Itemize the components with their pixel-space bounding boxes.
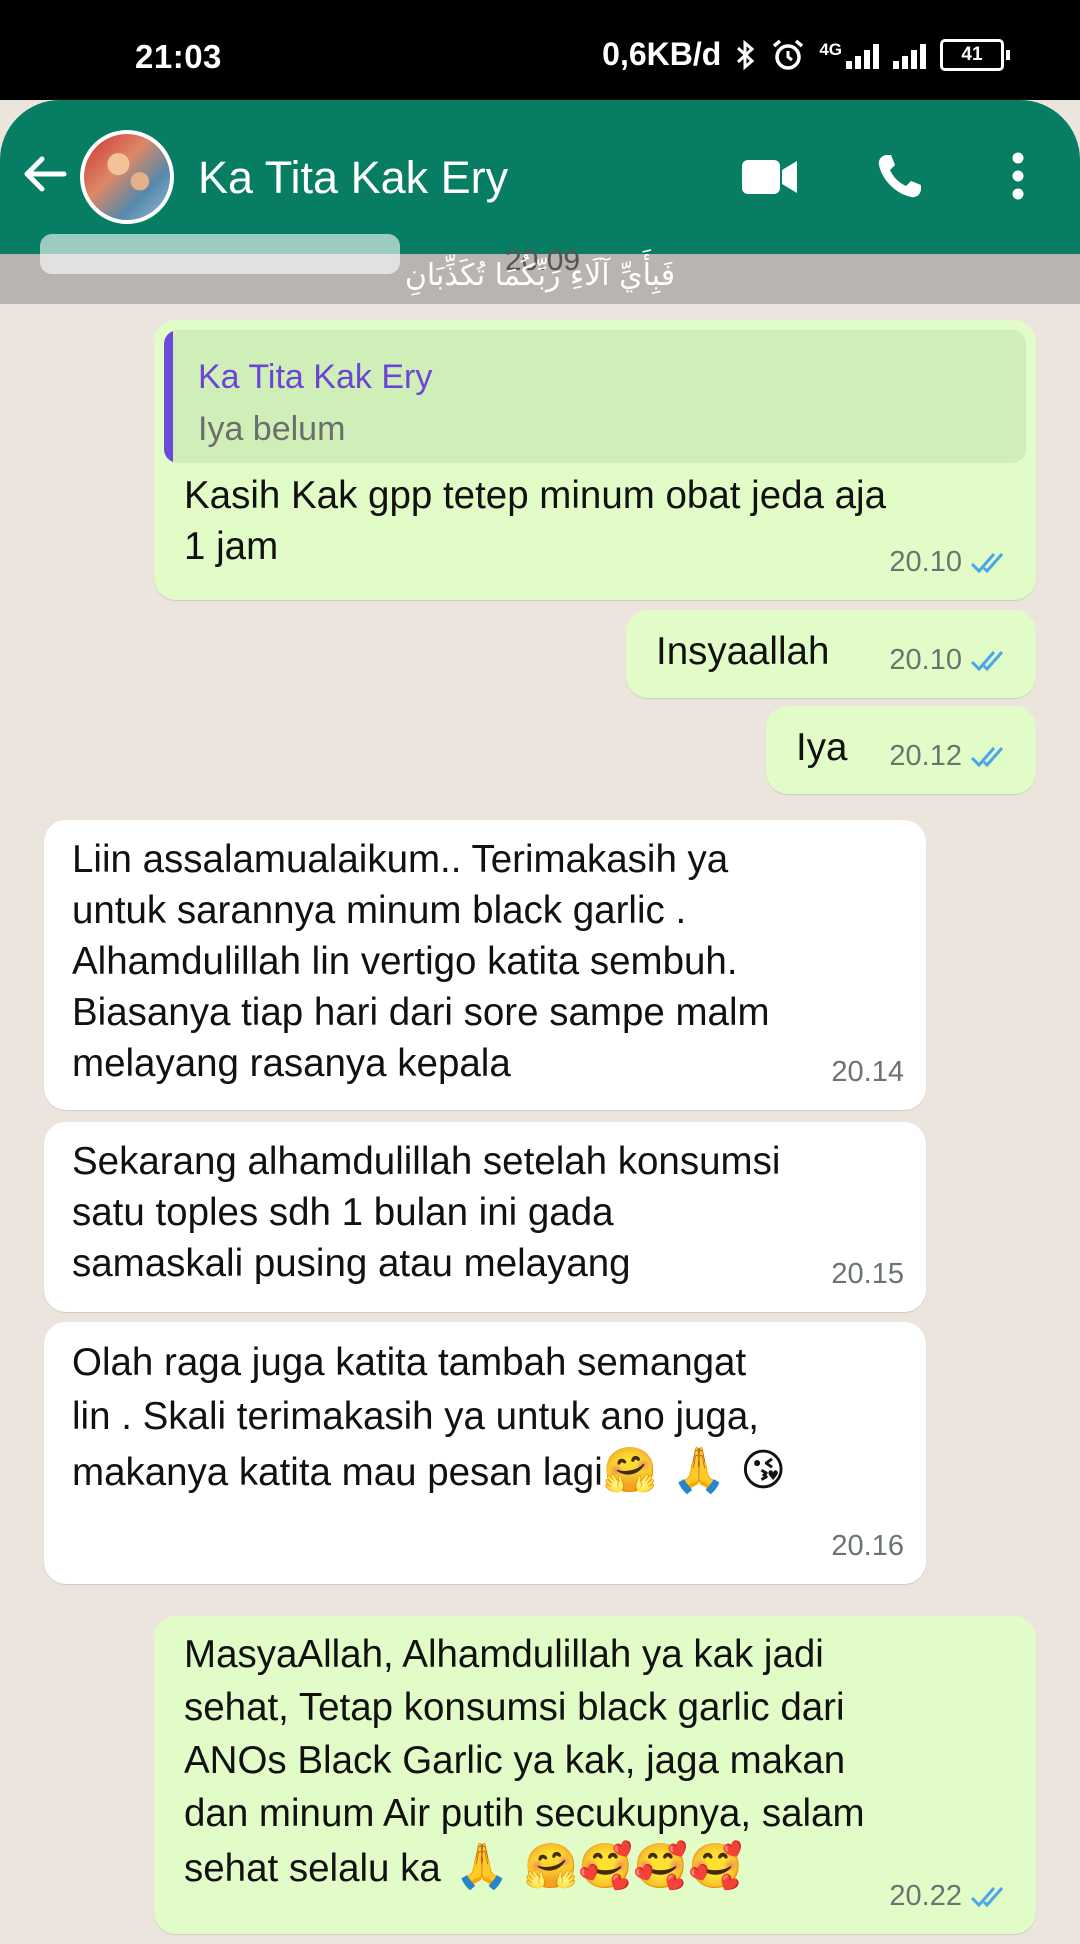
- status-bar: 21:03 0,6KB/d 4G 41: [0, 0, 1080, 100]
- message-text-wrap: Olah raga juga katita tambah semangat li…: [72, 1336, 786, 1500]
- message-bubble-incoming[interactable]: Liin assalamualaikum.. Terimakasih ya un…: [44, 820, 926, 1110]
- alarm-icon: [773, 39, 804, 70]
- battery-icon: 41: [940, 38, 1010, 71]
- quote-text: Iya belum: [198, 410, 346, 448]
- video-call-icon[interactable]: [742, 158, 798, 196]
- network-speed: 0,6KB/d: [602, 36, 722, 72]
- message-bubble-outgoing[interactable]: Iya 20.12: [766, 706, 1036, 794]
- message-meta: 20.10: [889, 537, 1010, 588]
- quote-author: Ka Tita Kak Ery: [198, 358, 433, 396]
- message-text-wrap: MasyaAllah, Alhamdulillah ya kak jadi se…: [184, 1628, 865, 1895]
- message-meta: 20.12: [889, 731, 1010, 782]
- message-bubble-incoming[interactable]: Olah raga juga katita tambah semangat li…: [44, 1322, 926, 1584]
- message-time: 20.14: [831, 1056, 904, 1088]
- message-meta: 20.14: [831, 1047, 904, 1098]
- message-list[interactable]: 20.09 فَبِأَيِّ آلَاءِ رَبِّكُمَا تُكَذِ…: [0, 234, 1080, 1944]
- message-meta: 20.10: [889, 635, 1010, 686]
- message-text: Kasih Kak gpp tetep minum obat jeda aja …: [184, 474, 887, 568]
- scroll-overlay: 20.09 فَبِأَيِّ آلَاءِ رَبِّكُمَا تُكَذِ…: [0, 234, 1080, 304]
- battery-level: 41: [940, 38, 1004, 71]
- arabic-banner: فَبِأَيِّ آلَاءِ رَبِّكُمَا تُكَذِّبَانِ: [404, 258, 676, 293]
- quoted-message[interactable]: Ka Tita Kak Ery Iya belum: [164, 330, 1026, 463]
- read-receipt-icon: [970, 650, 1004, 671]
- message-text: Liin assalamualaikum.. Terimakasih ya un…: [72, 838, 770, 1085]
- message-text: Iya: [796, 726, 848, 769]
- message-time: 20.10: [889, 546, 962, 578]
- signal-icon: [846, 41, 879, 69]
- message-text: Sekarang alhamdulillah setelah konsumsi …: [72, 1140, 781, 1285]
- read-receipt-icon: [970, 552, 1004, 573]
- back-arrow-icon[interactable]: [20, 148, 72, 200]
- chat-header: Ka Tita Kak Ery: [0, 100, 1080, 254]
- network-type: 4G: [819, 39, 842, 59]
- message-emojis: 🙏 🤗🥰🥰🥰: [440, 1841, 743, 1892]
- status-icons: 0,6KB/d 4G 41: [602, 36, 1010, 73]
- message-time: 20.10: [889, 644, 962, 676]
- signal-icon: [893, 41, 926, 69]
- message-meta: 20.15: [831, 1249, 904, 1300]
- message-time: 20.16: [831, 1530, 904, 1562]
- message-meta: 20.16: [831, 1521, 904, 1572]
- message-bubble-outgoing[interactable]: MasyaAllah, Alhamdulillah ya kak jadi se…: [154, 1616, 1036, 1934]
- message-time: 20.12: [889, 740, 962, 772]
- avatar[interactable]: [80, 130, 174, 224]
- message-time: 20.15: [831, 1258, 904, 1290]
- bluetooth-icon: [737, 39, 755, 70]
- message-meta: 20.22: [889, 1871, 1010, 1922]
- more-vert-icon[interactable]: [1010, 152, 1026, 200]
- chat-screen: 21:03 0,6KB/d 4G 41 Ka Tita Kak Ery 20.0…: [0, 0, 1080, 1944]
- message-bubble-outgoing[interactable]: Insyaallah 20.10: [626, 610, 1036, 698]
- message-text: Insyaallah: [656, 630, 830, 673]
- message-bubble-outgoing[interactable]: Ka Tita Kak Ery Iya belum Kasih Kak gpp …: [154, 320, 1036, 600]
- status-time: 21:03: [135, 38, 222, 75]
- read-receipt-icon: [970, 1886, 1004, 1907]
- message-emojis: 🤗 🙏 😘: [602, 1445, 787, 1496]
- phone-icon[interactable]: [876, 152, 924, 200]
- message-bubble-incoming[interactable]: Sekarang alhamdulillah setelah konsumsi …: [44, 1122, 926, 1312]
- read-receipt-icon: [970, 746, 1004, 767]
- contact-name[interactable]: Ka Tita Kak Ery: [198, 152, 508, 204]
- message-time: 20.22: [889, 1880, 962, 1912]
